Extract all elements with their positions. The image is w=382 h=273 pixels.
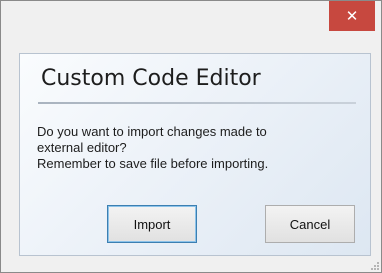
dialog-title: Custom Code Editor	[41, 66, 261, 91]
message-line-2: external editor?	[37, 140, 127, 155]
cancel-button-label: Cancel	[289, 216, 331, 232]
resize-grip-icon[interactable]	[370, 261, 380, 271]
dialog-message: Do you want to import changes made to ex…	[37, 124, 357, 172]
cancel-button[interactable]: Cancel	[265, 205, 355, 243]
dialog-window: ✕ Custom Code Editor Do you want to impo…	[0, 0, 382, 273]
dialog-panel: Custom Code Editor Do you want to import…	[19, 53, 371, 256]
close-icon: ✕	[345, 8, 359, 25]
message-line-1: Do you want to import changes made to	[37, 124, 267, 139]
message-line-3: Remember to save file before importing.	[37, 156, 269, 171]
title-divider	[38, 102, 356, 104]
import-button-label: Import	[133, 216, 171, 232]
import-button[interactable]: Import	[107, 205, 197, 243]
close-button[interactable]: ✕	[329, 1, 375, 31]
